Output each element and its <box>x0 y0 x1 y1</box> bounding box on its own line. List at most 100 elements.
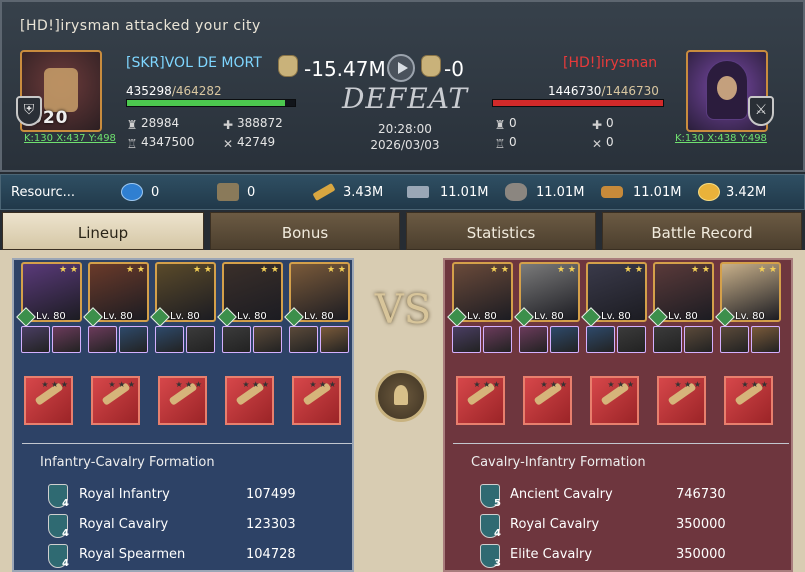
fist-icon <box>278 55 298 77</box>
sub-hero-portrait[interactable] <box>119 326 148 353</box>
strategy-book-icon[interactable] <box>375 370 427 422</box>
hero-portrait[interactable]: ★ ★ Lv. 80 <box>715 262 781 327</box>
sub-hero-portrait[interactable] <box>222 326 251 353</box>
hero-portrait[interactable]: ★ ★ Lv. 80 <box>284 262 350 327</box>
sub-hero-portrait[interactable] <box>88 326 117 353</box>
sub-hero-portrait[interactable] <box>684 326 713 353</box>
attacker-hp-bar <box>126 99 296 107</box>
sub-hero-portrait[interactable] <box>751 326 780 353</box>
hero-portrait[interactable]: ★ ★ Lv. 80 <box>447 262 513 327</box>
resource-iron: 11.01M <box>440 185 489 200</box>
attacker-coords[interactable]: K:130 X:437 Y:498 <box>24 133 116 144</box>
equipment-slot[interactable]: ★ ★ ★ <box>657 376 706 425</box>
sub-hero-portrait[interactable] <box>52 326 81 353</box>
vs-emblem: VS <box>374 287 432 333</box>
equipment-slot[interactable]: ★ ★ ★ <box>456 376 505 425</box>
troop-count: 350000 <box>676 547 726 562</box>
attacker-hp-max: /464282 <box>171 84 222 98</box>
tower-icon: ♖ <box>126 137 138 151</box>
sub-hero-portrait[interactable] <box>320 326 349 353</box>
attacker-formation: Infantry-Cavalry Formation <box>40 455 215 470</box>
hero-level: Lv. 80 <box>534 311 564 322</box>
sword-icon: ⚔ <box>748 96 774 126</box>
tab-lineup[interactable]: Lineup <box>2 212 204 250</box>
troop-count: 746730 <box>676 487 726 502</box>
crossed-swords-icon: ✕ <box>222 137 234 151</box>
defender-hp-max: /1446730 <box>601 84 659 98</box>
stat-value: 0 <box>606 135 614 149</box>
sub-hero-portrait[interactable] <box>653 326 682 353</box>
iron-icon <box>407 186 429 198</box>
defender-stat-troops: ♜ 0 <box>494 116 517 131</box>
cross-swords-icon: ✚ <box>222 118 234 132</box>
sub-hero-portrait[interactable] <box>483 326 512 353</box>
equipment-slot[interactable]: ★ ★ ★ <box>158 376 207 425</box>
sub-hero-portrait[interactable] <box>155 326 184 353</box>
attacker-hp-current: 435298 <box>126 84 172 98</box>
sub-hero-portrait[interactable] <box>617 326 646 353</box>
troop-tier: 4 <box>494 528 501 539</box>
equipment-slot[interactable]: ★ ★ ★ <box>590 376 639 425</box>
troop-tier: 4 <box>62 558 69 569</box>
sub-hero-portrait[interactable] <box>253 326 282 353</box>
tab-battle-record[interactable]: Battle Record <box>602 212 802 250</box>
resource-label: Resourc... <box>11 185 76 200</box>
sub-hero-portrait[interactable] <box>289 326 318 353</box>
gold-icon <box>698 183 720 201</box>
hero-level: Lv. 80 <box>103 311 133 322</box>
sub-hero-portrait[interactable] <box>452 326 481 353</box>
star-rating-icon: ★ ★ <box>327 265 346 275</box>
hero-level: Lv. 80 <box>735 311 765 322</box>
stat-value: 4347500 <box>141 135 195 149</box>
hero-portrait[interactable]: ★ ★ Lv. 80 <box>648 262 714 327</box>
hero-portrait[interactable]: ★ ★ Lv. 80 <box>217 262 283 327</box>
sub-hero-portrait[interactable] <box>21 326 50 353</box>
equipment-slot[interactable]: ★ ★ ★ <box>523 376 572 425</box>
stat-value: 388872 <box>237 116 283 130</box>
equipment-slot[interactable]: ★ ★ ★ <box>292 376 341 425</box>
troop-name: Royal Cavalry <box>79 517 169 532</box>
sub-hero-portrait[interactable] <box>186 326 215 353</box>
soldier-icon: ♜ <box>126 118 138 132</box>
tab-bonus[interactable]: Bonus <box>210 212 400 250</box>
equipment-slot[interactable]: ★ ★ ★ <box>24 376 73 425</box>
resource-bar: Resourc... 0 0 3.43M 11.01M 11.01M 11.01… <box>0 174 805 210</box>
wood-icon <box>601 186 623 198</box>
star-rating-icon: ★ ★ <box>490 265 509 275</box>
attacker-stat-kills: ✕ 42749 <box>222 135 275 150</box>
hero-level: Lv. 80 <box>237 311 267 322</box>
crossed-swords-icon: ✕ <box>591 137 603 151</box>
cross-swords-icon: ✚ <box>591 118 603 132</box>
hero-portrait[interactable]: ★ ★ Lv. 80 <box>16 262 82 327</box>
defender-hp-fill <box>493 100 663 106</box>
troop-count: 123303 <box>246 517 296 532</box>
sub-hero-portrait[interactable] <box>519 326 548 353</box>
hero-portrait[interactable]: ★ ★ Lv. 80 <box>581 262 647 327</box>
stat-value: 28984 <box>141 116 180 130</box>
defender-stat-kills: ✕ 0 <box>591 135 614 150</box>
resource-helmet: 0 <box>247 185 256 200</box>
star-rating-icon: ★ ★ ★ <box>309 380 336 389</box>
hero-portrait[interactable]: ★ ★ Lv. 80 <box>514 262 580 327</box>
hero-portrait[interactable]: ★ ★ Lv. 80 <box>83 262 149 327</box>
sub-hero-portrait[interactable] <box>720 326 749 353</box>
defender-loss: -0 <box>444 57 464 81</box>
feather-icon <box>312 183 336 201</box>
replay-button[interactable] <box>387 54 415 82</box>
star-rating-icon: ★ ★ <box>691 265 710 275</box>
defender-name: [HD!]irysman <box>563 55 658 71</box>
battle-time: 20:28:00 <box>378 122 432 136</box>
troop-name: Ancient Cavalry <box>510 487 613 502</box>
defender-coords[interactable]: K:130 X:438 Y:498 <box>675 133 767 144</box>
tower-icon: ♖ <box>494 137 506 151</box>
equipment-slot[interactable]: ★ ★ ★ <box>724 376 773 425</box>
sub-hero-portrait[interactable] <box>586 326 615 353</box>
star-rating-icon: ★ ★ <box>260 265 279 275</box>
sub-hero-portrait[interactable] <box>550 326 579 353</box>
hero-level: Lv. 80 <box>36 311 66 322</box>
equipment-slot[interactable]: ★ ★ ★ <box>225 376 274 425</box>
hero-level: Lv. 80 <box>467 311 497 322</box>
equipment-slot[interactable]: ★ ★ ★ <box>91 376 140 425</box>
hero-portrait[interactable]: ★ ★ Lv. 80 <box>150 262 216 327</box>
tab-statistics[interactable]: Statistics <box>406 212 596 250</box>
